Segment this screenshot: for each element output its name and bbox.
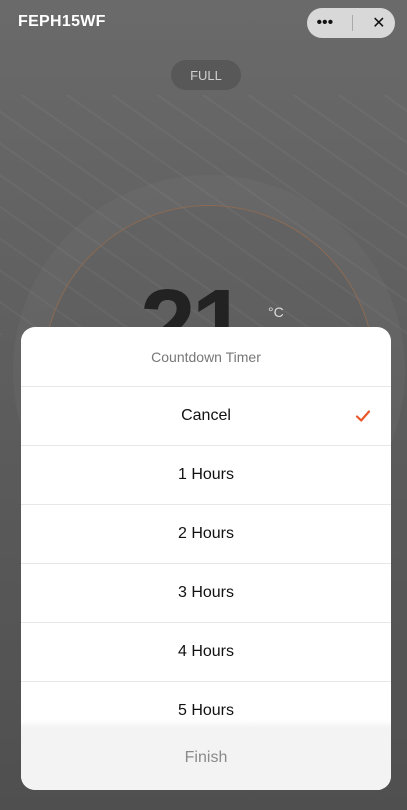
option-label: 5 Hours [177,702,235,719]
capsule-divider [352,15,354,31]
option-label: 4 Hours [177,643,235,660]
checkmark-icon [355,410,371,422]
close-icon[interactable]: ✕ [372,13,385,33]
app-title: FEPH15WF [18,13,106,30]
option-label: 3 Hours [177,584,235,601]
sheet-title: Countdown Timer [21,327,391,387]
option-label: 2 Hours [177,525,235,542]
mode-pill[interactable]: FULL [171,60,241,90]
finish-area: Finish [21,720,391,790]
more-icon[interactable]: ••• [316,14,333,32]
option-1-hours[interactable]: 1 Hours [21,446,391,505]
finish-button[interactable]: Finish [21,726,391,790]
temperature-unit: °C [268,304,284,320]
option-2-hours[interactable]: 2 Hours [21,505,391,564]
countdown-timer-sheet: Countdown Timer Cancel 1 Hours 2 Hours 3… [21,327,391,790]
option-label: 1 Hours [177,466,235,483]
option-4-hours[interactable]: 4 Hours [21,623,391,682]
mini-program-capsule: ••• ✕ [307,8,395,38]
option-3-hours[interactable]: 3 Hours [21,564,391,623]
option-label: Cancel [181,407,231,424]
option-cancel[interactable]: Cancel [21,387,391,446]
